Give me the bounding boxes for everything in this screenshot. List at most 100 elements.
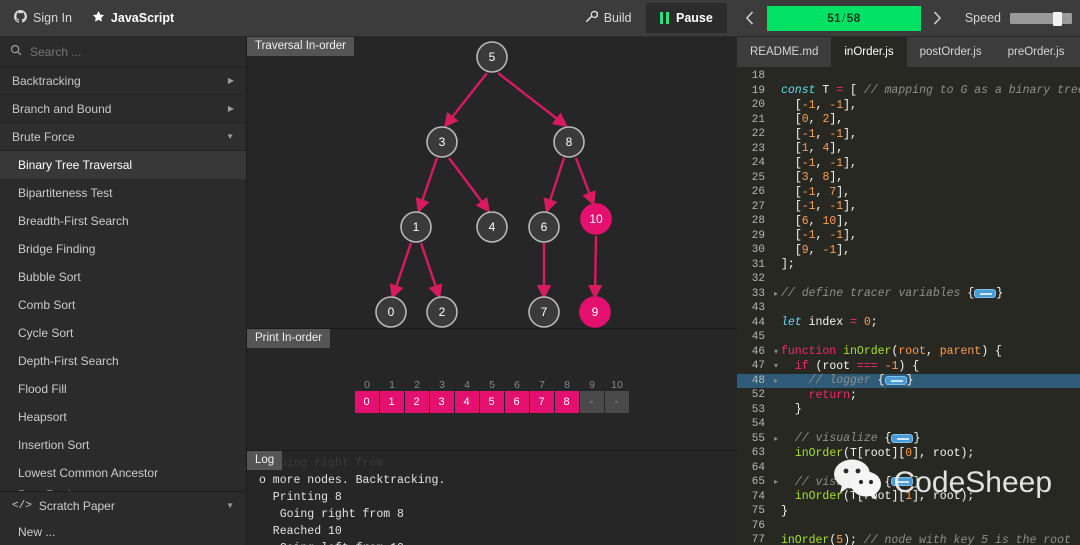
tree-node-4[interactable]: 4 — [476, 211, 508, 243]
code-line[interactable]: 26 [-1, 7], — [737, 185, 1080, 200]
sidebar-item-flood-fill[interactable]: Flood Fill — [0, 375, 246, 403]
tree-node-8[interactable]: 8 — [553, 126, 585, 158]
progress-indicator[interactable]: 51 / 58 — [766, 5, 921, 31]
code-fold-toggle-icon[interactable]: ▸ — [771, 289, 781, 299]
sidebar-item-depth-first-search[interactable]: Depth-First Search — [0, 347, 246, 375]
code-line[interactable]: 77 inOrder(5); // node with key 5 is the … — [737, 533, 1080, 545]
code-line[interactable]: 64 — [737, 461, 1080, 476]
code-line[interactable]: 27 [-1, -1], — [737, 200, 1080, 215]
array-cell[interactable]: 2 — [404, 390, 430, 413]
code-line[interactable]: 46 ▾ function inOrder(root, parent) { — [737, 345, 1080, 360]
tab-postorder[interactable]: postOrder.js — [907, 37, 995, 67]
code-fold-toggle-icon[interactable]: ▸ — [771, 376, 781, 386]
code-line[interactable]: 19 const T = [ // mapping to G as a binar… — [737, 84, 1080, 99]
code-line[interactable]: 76 — [737, 519, 1080, 534]
code-line[interactable]: 47 ▾ if (root === -1) { — [737, 359, 1080, 374]
code-line[interactable]: 45 — [737, 330, 1080, 345]
code-line[interactable]: 52 return; — [737, 388, 1080, 403]
code-line[interactable]: 18 — [737, 69, 1080, 84]
code-line[interactable]: 33 ▸// define tracer variables {} — [737, 287, 1080, 302]
array-cell[interactable]: 5 — [479, 390, 505, 413]
tree-node-5[interactable]: 5 — [476, 41, 508, 73]
array-cell[interactable]: - — [604, 390, 630, 413]
tab-inorder[interactable]: inOrder.js — [831, 37, 907, 67]
editor-tabbar: README.md inOrder.js postOrder.js preOrd… — [737, 37, 1080, 67]
code-content-area[interactable]: 18 19 const T = [ // mapping to G as a bin… — [737, 67, 1080, 545]
code-fold-toggle-icon[interactable]: ▸ — [771, 434, 781, 444]
array-cell[interactable]: - — [579, 390, 605, 413]
tree-node-9[interactable]: 9 — [579, 296, 611, 328]
category-branch-and-bound[interactable]: Branch and Bound ▶ — [0, 95, 246, 123]
build-button[interactable]: Build — [571, 10, 646, 26]
array-cell[interactable]: 8 — [554, 390, 580, 413]
array-cell[interactable]: 7 — [529, 390, 555, 413]
code-line[interactable]: 43 — [737, 301, 1080, 316]
language-selector[interactable]: JavaScript — [92, 10, 174, 26]
line-number: 43 — [751, 302, 765, 315]
tab-readme[interactable]: README.md — [737, 37, 831, 67]
code-line[interactable]: 20 [-1, -1], — [737, 98, 1080, 113]
speed-slider-thumb[interactable] — [1053, 11, 1062, 26]
code-line[interactable]: 63 inOrder(T[root][0], root); — [737, 446, 1080, 461]
sidebar-item-bridge-finding[interactable]: Bridge Finding — [0, 235, 246, 263]
code-line[interactable]: 44 let index = 0; — [737, 316, 1080, 331]
line-number: 76 — [751, 519, 765, 532]
code-line[interactable]: 55 ▸ // visualize {} — [737, 432, 1080, 447]
next-step-button[interactable] — [921, 0, 955, 37]
tree-node-7[interactable]: 7 — [528, 296, 560, 328]
code-line[interactable]: 25 [3, 8], — [737, 171, 1080, 186]
scratch-new-item[interactable]: New ... — [0, 519, 246, 545]
pause-button[interactable]: Pause — [645, 3, 727, 33]
tab-preorder[interactable]: preOrder.js — [995, 37, 1078, 67]
code-fold-toggle-icon[interactable]: ▾ — [771, 361, 781, 371]
code-line[interactable]: 48 ▸ // logger {} — [737, 373, 1080, 388]
sidebar-item-bubble-sort[interactable]: Bubble Sort — [0, 263, 246, 291]
code-line[interactable]: 54 — [737, 417, 1080, 432]
code-fold-toggle-icon[interactable]: ▾ — [771, 347, 781, 357]
tree-node-6[interactable]: 6 — [528, 211, 560, 243]
line-number: 18 — [751, 70, 765, 83]
sidebar-item-comb-sort[interactable]: Comb Sort — [0, 291, 246, 319]
code-line[interactable]: 65 ▸ // visualize {} — [737, 475, 1080, 490]
speed-slider[interactable] — [1010, 11, 1072, 26]
tree-node-3[interactable]: 3 — [426, 126, 458, 158]
scratch-paper-section[interactable]: </> Scratch Paper ▼ — [0, 491, 246, 519]
sidebar-item-insertion-sort[interactable]: Insertion Sort — [0, 431, 246, 459]
code-line[interactable]: 31]; — [737, 258, 1080, 273]
array-cell[interactable]: 1 — [379, 390, 405, 413]
code-line[interactable]: 53 } — [737, 403, 1080, 418]
code-line[interactable]: 29 [-1, -1], — [737, 229, 1080, 244]
array-cell[interactable]: 3 — [429, 390, 455, 413]
code-line[interactable]: 28 [6, 10], — [737, 214, 1080, 229]
sidebar-item-lowest-common-ancestor[interactable]: Lowest Common Ancestor — [0, 459, 246, 487]
sidebar: Backtracking ▶ Branch and Bound ▶ Brute … — [0, 37, 247, 545]
tree-node-2[interactable]: 2 — [426, 296, 458, 328]
prev-step-button[interactable] — [733, 0, 767, 37]
category-brute-force[interactable]: Brute Force ▼ — [0, 123, 246, 151]
code-line[interactable]: 74 inOrder(T[root][1], root); — [737, 490, 1080, 505]
code-line[interactable]: 24 [-1, -1], — [737, 156, 1080, 171]
sidebar-item-binary-tree-traversal[interactable]: Binary Tree Traversal — [0, 151, 246, 179]
array-cell[interactable]: 6 — [504, 390, 530, 413]
code-line[interactable]: 30 [9, -1], — [737, 243, 1080, 258]
sidebar-item-cycle-sort[interactable]: Cycle Sort — [0, 319, 246, 347]
tree-node-10[interactable]: 10 — [580, 203, 612, 235]
sidebar-item-bipartiteness-test[interactable]: Bipartiteness Test — [0, 179, 246, 207]
sign-in-button[interactable]: Sign In — [14, 10, 72, 26]
code-line[interactable]: 22 [-1, -1], — [737, 127, 1080, 142]
array-visualizer-panel: Print In-order 0 1 2 3 4 5 6 7 8 9 10 0 … — [247, 329, 737, 451]
array-cell[interactable]: 4 — [454, 390, 480, 413]
category-backtracking[interactable]: Backtracking ▶ — [0, 67, 246, 95]
code-line[interactable]: 23 [1, 4], — [737, 142, 1080, 157]
search-input[interactable] — [30, 44, 220, 59]
sidebar-item-breadth-first-search[interactable]: Breadth-First Search — [0, 207, 246, 235]
sidebar-item-heapsort[interactable]: Heapsort — [0, 403, 246, 431]
code-fold-toggle-icon[interactable]: ▸ — [771, 477, 781, 487]
array-cell[interactable]: 0 — [354, 390, 380, 413]
code-line[interactable]: 75} — [737, 504, 1080, 519]
code-line[interactable]: 32 — [737, 272, 1080, 287]
tree-node-0[interactable]: 0 — [375, 296, 407, 328]
log-scroll-area[interactable]: Going right from o more nodes. Backtrack… — [247, 451, 737, 545]
code-line[interactable]: 21 [0, 2], — [737, 113, 1080, 128]
tree-node-1[interactable]: 1 — [400, 211, 432, 243]
